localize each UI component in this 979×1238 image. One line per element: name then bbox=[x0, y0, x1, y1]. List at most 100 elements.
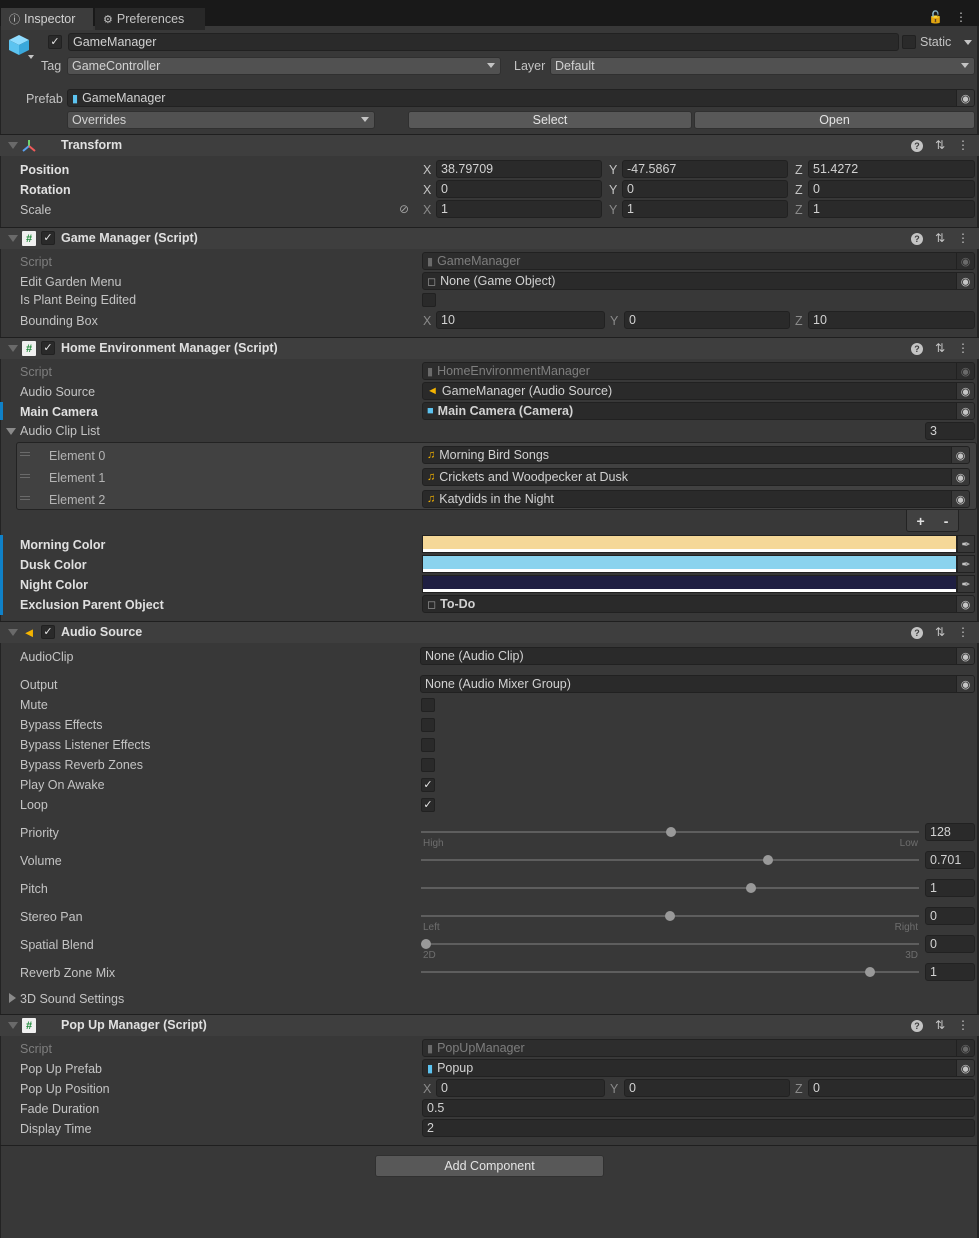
bypass-reverb-zones-checkbox[interactable] bbox=[421, 758, 435, 772]
drag-handle-icon[interactable] bbox=[20, 474, 30, 478]
volume-slider-thumb[interactable] bbox=[763, 855, 774, 865]
object-picker-icon[interactable]: ◉ bbox=[956, 403, 974, 419]
axis-y-label[interactable]: Y bbox=[609, 203, 617, 217]
drag-handle-icon[interactable] bbox=[20, 496, 30, 500]
scale-x-field[interactable]: 1 bbox=[436, 200, 602, 218]
axis-z-label[interactable]: Z bbox=[795, 1082, 803, 1096]
axis-x-label[interactable]: X bbox=[423, 1082, 431, 1096]
presets-icon[interactable]: ⇅ bbox=[935, 1018, 945, 1032]
audio-clip-list-size-field[interactable]: 3 bbox=[925, 422, 975, 440]
bounding-box-x-field[interactable]: 10 bbox=[436, 311, 605, 329]
object-picker-icon[interactable]: ◉ bbox=[956, 273, 974, 289]
sound-3d-settings-label[interactable]: 3D Sound Settings bbox=[20, 992, 124, 1006]
exclusion-parent-field[interactable]: ◻ To-Do ◉ bbox=[422, 595, 975, 613]
spatial-blend-slider-track[interactable] bbox=[421, 943, 919, 945]
bypass-listener-effects-checkbox[interactable] bbox=[421, 738, 435, 752]
presets-icon[interactable]: ⇅ bbox=[935, 341, 945, 355]
foldout-icon[interactable] bbox=[8, 1022, 18, 1029]
volume-value-field[interactable]: 0.701 bbox=[925, 851, 975, 869]
audio-source-header[interactable]: ◄ ✓ Audio Source ? ⇅ ⋮ bbox=[0, 621, 979, 643]
transform-header[interactable]: Transform ? ⇅ ⋮ bbox=[0, 134, 979, 156]
object-name-field[interactable]: GameManager bbox=[68, 33, 899, 51]
popup-prefab-field[interactable]: ▮ Popup ◉ bbox=[422, 1059, 975, 1077]
spatial-blend-value-field[interactable]: 0 bbox=[925, 935, 975, 953]
axis-x-label[interactable]: X bbox=[423, 183, 431, 197]
priority-slider-thumb[interactable] bbox=[665, 827, 676, 837]
pitch-slider-thumb[interactable] bbox=[746, 883, 757, 893]
foldout-icon[interactable] bbox=[8, 629, 18, 636]
audio-clip-list-label[interactable]: Audio Clip List bbox=[20, 424, 100, 438]
eyedropper-icon[interactable]: ✒ bbox=[957, 575, 975, 593]
eyedropper-icon[interactable]: ✒ bbox=[957, 535, 975, 553]
spatial-blend-slider-thumb[interactable] bbox=[421, 939, 431, 949]
overrides-dropdown[interactable]: Overrides bbox=[67, 111, 375, 129]
help-icon[interactable]: ? bbox=[910, 627, 923, 639]
audio-clip-list-foldout-icon[interactable] bbox=[6, 428, 16, 435]
drag-handle-icon[interactable] bbox=[20, 452, 30, 456]
remove-element-button[interactable]: - bbox=[944, 513, 949, 529]
static-checkbox[interactable] bbox=[902, 35, 916, 49]
axis-z-label[interactable]: Z bbox=[795, 314, 803, 328]
presets-icon[interactable]: ⇅ bbox=[935, 231, 945, 245]
axis-x-label[interactable]: X bbox=[423, 314, 431, 328]
stereo-pan-value-field[interactable]: 0 bbox=[925, 907, 975, 925]
game-manager-header[interactable]: # ✓ Game Manager (Script) ? ⇅ ⋮ bbox=[0, 227, 979, 249]
component-enabled-checkbox[interactable]: ✓ bbox=[41, 625, 55, 639]
bypass-effects-checkbox[interactable] bbox=[421, 718, 435, 732]
axis-y-label[interactable]: Y bbox=[609, 163, 617, 177]
object-picker-icon[interactable]: ◉ bbox=[956, 648, 974, 664]
axis-x-label[interactable]: X bbox=[423, 163, 431, 177]
tag-dropdown[interactable]: GameController bbox=[67, 57, 501, 75]
rotation-z-field[interactable]: 0 bbox=[808, 180, 975, 198]
axis-z-label[interactable]: Z bbox=[795, 183, 803, 197]
object-picker-icon[interactable]: ◉ bbox=[956, 90, 974, 106]
more-menu-icon[interactable]: ⋮ bbox=[955, 10, 967, 24]
help-icon[interactable]: ? bbox=[910, 343, 923, 355]
reverb-zone-mix-slider-track[interactable] bbox=[421, 971, 919, 973]
gameobject-icon[interactable] bbox=[8, 34, 30, 56]
element-0-field[interactable]: ♫ Morning Bird Songs ◉ bbox=[422, 446, 970, 464]
add-element-button[interactable]: + bbox=[917, 513, 925, 529]
lock-icon[interactable]: 🔓 bbox=[928, 10, 943, 24]
reverb-zone-mix-value-field[interactable]: 1 bbox=[925, 963, 975, 981]
popup-manager-header[interactable]: # Pop Up Manager (Script) ? ⇅ ⋮ bbox=[0, 1014, 979, 1036]
sound-3d-foldout-icon[interactable] bbox=[9, 993, 16, 1003]
edit-garden-menu-field[interactable]: ◻ None (Game Object) ◉ bbox=[422, 272, 975, 290]
presets-icon[interactable]: ⇅ bbox=[935, 138, 945, 152]
popup-position-z-field[interactable]: 0 bbox=[808, 1079, 975, 1097]
select-button[interactable]: Select bbox=[408, 111, 692, 129]
rotation-x-field[interactable]: 0 bbox=[436, 180, 602, 198]
context-menu-icon[interactable]: ⋮ bbox=[957, 625, 969, 639]
context-menu-icon[interactable]: ⋮ bbox=[957, 138, 969, 152]
icon-dropdown-caret[interactable] bbox=[28, 55, 34, 59]
help-icon[interactable]: ? bbox=[910, 233, 923, 245]
position-y-field[interactable]: -47.5867 bbox=[622, 160, 788, 178]
context-menu-icon[interactable]: ⋮ bbox=[957, 231, 969, 245]
active-checkbox[interactable]: ✓ bbox=[48, 35, 62, 49]
pitch-value-field[interactable]: 1 bbox=[925, 879, 975, 897]
position-x-field[interactable]: 38.79709 bbox=[436, 160, 602, 178]
main-camera-field[interactable]: ■ Main Camera (Camera) ◉ bbox=[422, 402, 975, 420]
tab-inspector[interactable]: ⓘ Inspector bbox=[1, 8, 93, 30]
object-picker-icon[interactable]: ◉ bbox=[951, 469, 969, 485]
axis-z-label[interactable]: Z bbox=[795, 203, 803, 217]
night-color-field[interactable] bbox=[422, 575, 957, 593]
object-picker-icon[interactable]: ◉ bbox=[956, 676, 974, 692]
bounding-box-y-field[interactable]: 0 bbox=[624, 311, 790, 329]
axis-y-label[interactable]: Y bbox=[609, 183, 617, 197]
axis-x-label[interactable]: X bbox=[423, 203, 431, 217]
static-dropdown-icon[interactable] bbox=[964, 40, 972, 45]
component-enabled-checkbox[interactable]: ✓ bbox=[41, 341, 55, 355]
volume-slider-track[interactable] bbox=[421, 859, 919, 861]
home-env-manager-header[interactable]: # ✓ Home Environment Manager (Script) ? … bbox=[0, 337, 979, 359]
open-button[interactable]: Open bbox=[694, 111, 975, 129]
axis-z-label[interactable]: Z bbox=[795, 163, 803, 177]
position-z-field[interactable]: 51.4272 bbox=[808, 160, 975, 178]
scale-z-field[interactable]: 1 bbox=[808, 200, 975, 218]
element-1-field[interactable]: ♫ Crickets and Woodpecker at Dusk ◉ bbox=[422, 468, 970, 486]
help-icon[interactable]: ? bbox=[910, 140, 923, 152]
audio-source-field[interactable]: ◄ GameManager (Audio Source) ◉ bbox=[422, 382, 975, 400]
presets-icon[interactable]: ⇅ bbox=[935, 625, 945, 639]
scale-y-field[interactable]: 1 bbox=[622, 200, 788, 218]
fade-duration-field[interactable]: 0.5 bbox=[422, 1099, 975, 1117]
